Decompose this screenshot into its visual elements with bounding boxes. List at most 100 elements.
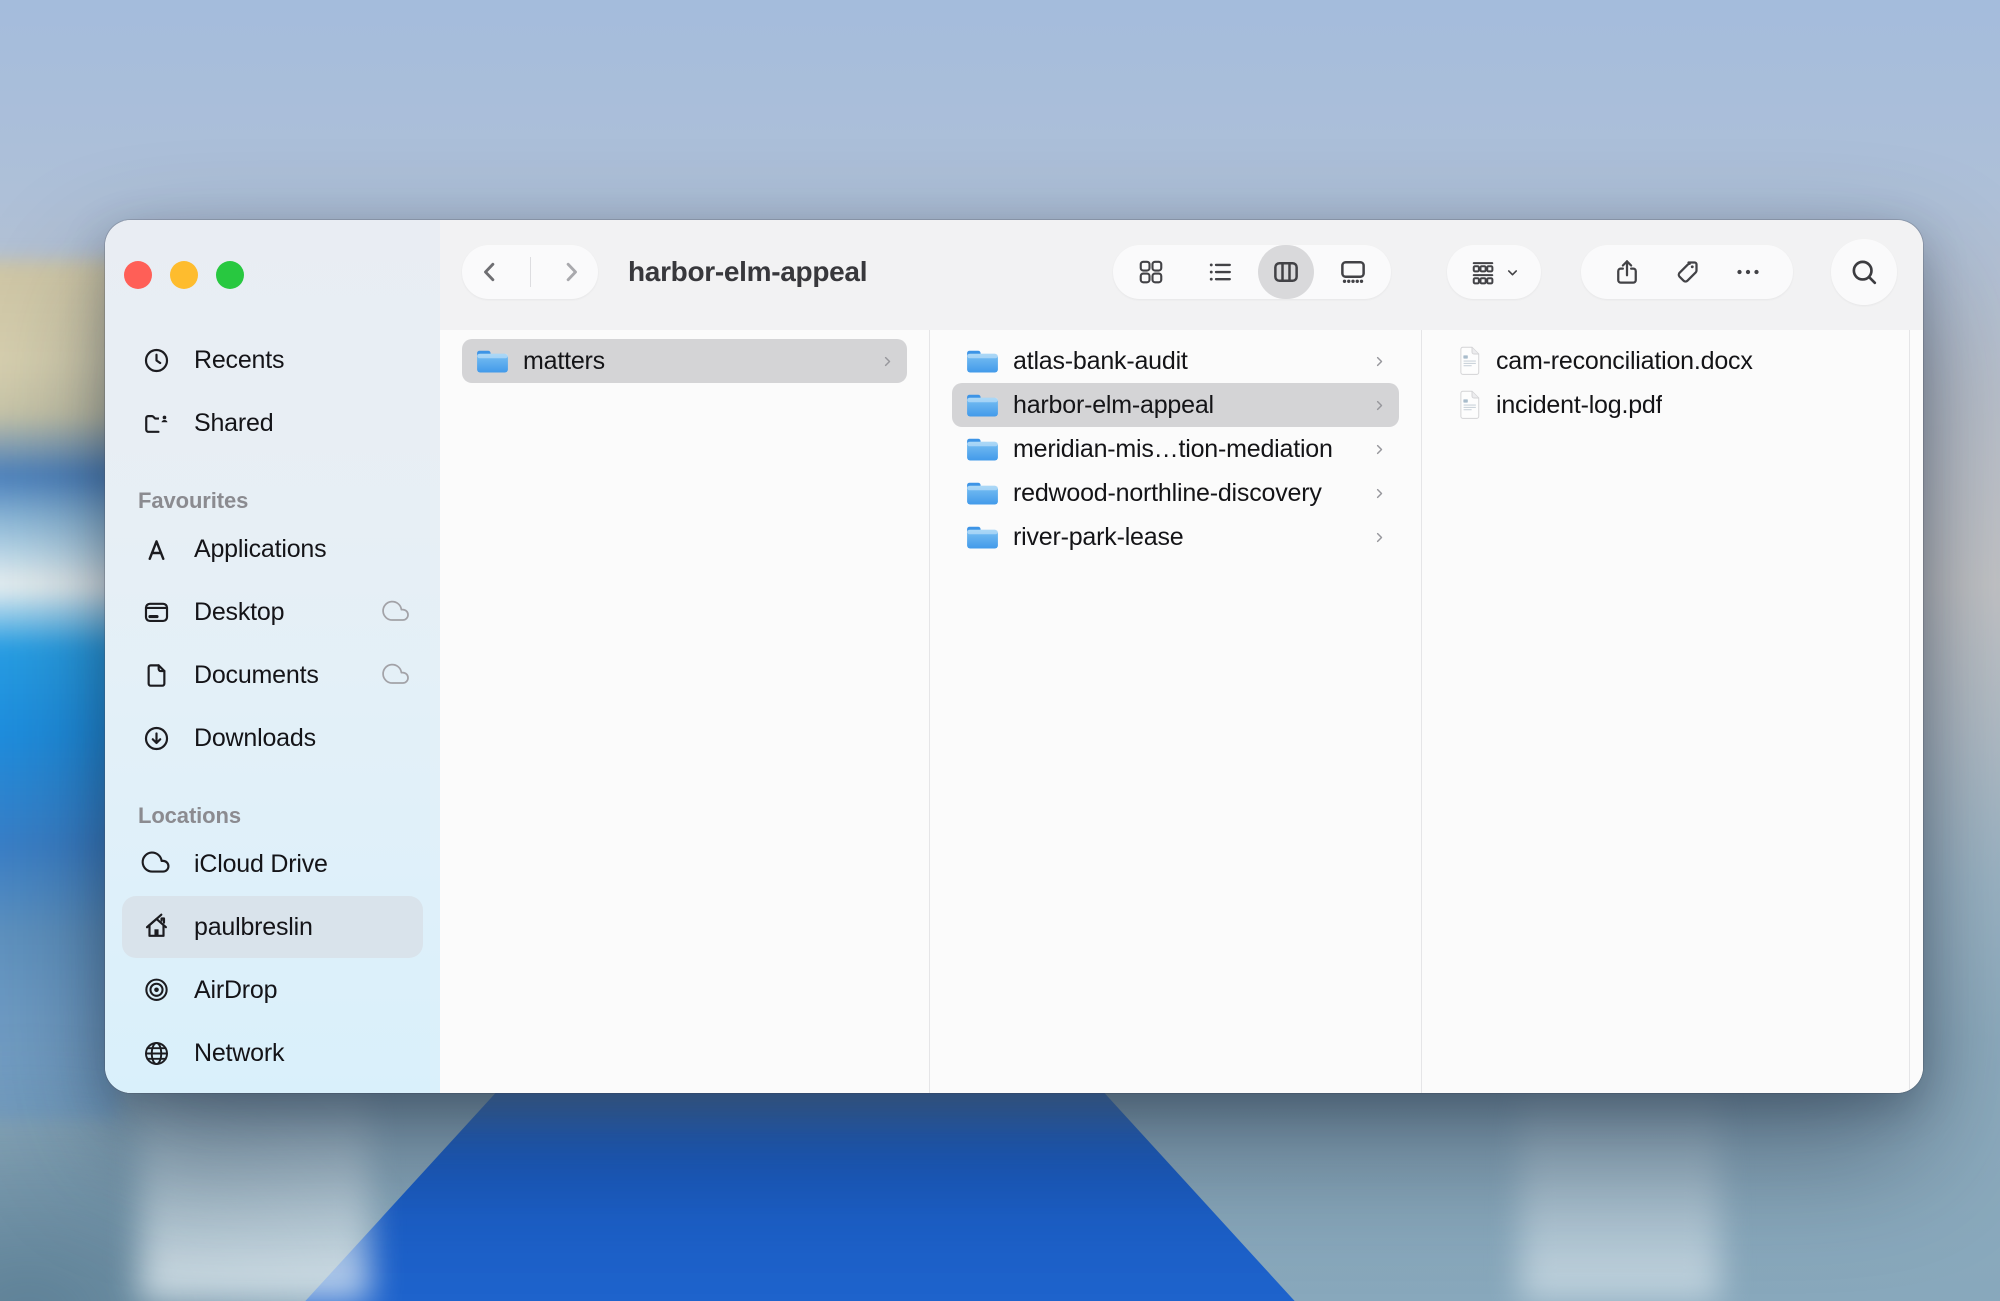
tag-button[interactable] <box>1672 257 1702 287</box>
sidebar-item-desktop[interactable]: Desktop <box>122 581 423 643</box>
wallpaper-light-shaft-right <box>1520 1061 1720 1301</box>
tag-icon <box>1672 257 1702 287</box>
globe-icon <box>138 1039 174 1068</box>
wallpaper-stripes <box>0 260 120 1120</box>
toolbar: harbor-elm-appeal <box>440 220 1923 330</box>
column-pane-rest <box>1910 330 1923 1093</box>
file-row-cam-reconciliation[interactable]: cam-reconciliation.docx <box>1444 339 1887 383</box>
group-by-button[interactable] <box>1447 245 1541 299</box>
more-icon <box>1733 257 1763 287</box>
item-name: meridian-mis…tion-mediation <box>1013 435 1333 464</box>
file-icon <box>1458 346 1482 376</box>
sidebar-item-icloud-drive[interactable]: iCloud Drive <box>122 833 423 895</box>
gallery-view-icon <box>1338 257 1368 287</box>
item-name: redwood-northline-discovery <box>1013 479 1322 508</box>
file-icon <box>1458 390 1482 420</box>
column-pane-2: atlas-bank-audit harbor-elm-appeal merid… <box>930 330 1422 1093</box>
window-controls <box>105 261 440 289</box>
cloud-icon <box>138 849 174 879</box>
sidebar-section-locations: Locations <box>122 803 423 829</box>
sidebar-item-label: Documents <box>194 661 319 690</box>
minimize-window-button[interactable] <box>170 261 198 289</box>
grid-view-button[interactable] <box>1121 245 1181 299</box>
sidebar: Recents Shared Favourites <box>105 220 440 1093</box>
sidebar-item-documents[interactable]: Documents <box>122 644 423 706</box>
gallery-view-button[interactable] <box>1323 245 1383 299</box>
clock-icon <box>138 346 174 375</box>
chevron-right-icon <box>556 257 586 287</box>
sidebar-item-airdrop[interactable]: AirDrop <box>122 959 423 1021</box>
folder-row-harbor-elm-appeal[interactable]: harbor-elm-appeal <box>952 383 1399 427</box>
folder-row-redwood-northline-discovery[interactable]: redwood-northline-discovery <box>952 471 1399 515</box>
list-view-button[interactable] <box>1190 245 1250 299</box>
folder-row-atlas-bank-audit[interactable]: atlas-bank-audit <box>952 339 1399 383</box>
grid-view-icon <box>1136 257 1166 287</box>
more-button[interactable] <box>1733 257 1763 287</box>
search-icon <box>1848 256 1880 288</box>
wallpaper-dark-corner <box>0 1061 420 1301</box>
sidebar-item-downloads[interactable]: Downloads <box>122 707 423 769</box>
chevron-right-icon <box>1372 354 1387 369</box>
item-name: river-park-lease <box>1013 523 1183 552</box>
sidebar-item-recents[interactable]: Recents <box>122 329 423 391</box>
close-window-button[interactable] <box>124 261 152 289</box>
column-view-button[interactable] <box>1258 245 1314 299</box>
share-button[interactable] <box>1612 257 1642 287</box>
folder-icon <box>966 524 999 550</box>
share-icon <box>1612 257 1642 287</box>
item-name: atlas-bank-audit <box>1013 347 1188 376</box>
sidebar-item-network[interactable]: Network <box>122 1022 423 1084</box>
zoom-window-button[interactable] <box>216 261 244 289</box>
sidebar-item-label: Recents <box>194 346 284 375</box>
column-pane-3: cam-reconciliation.docx incident-log.pdf <box>1422 330 1910 1093</box>
folder-row-meridian-mediation[interactable]: meridian-mis…tion-mediation <box>952 427 1399 471</box>
folder-icon <box>966 348 999 374</box>
home-icon <box>138 913 174 942</box>
finder-window: Recents Shared Favourites <box>105 220 1923 1093</box>
window-title: harbor-elm-appeal <box>628 256 867 288</box>
sidebar-item-label: iCloud Drive <box>194 850 328 879</box>
sidebar-item-label: Downloads <box>194 724 316 753</box>
chevron-right-icon <box>1372 442 1387 457</box>
item-name: cam-reconciliation.docx <box>1496 347 1753 376</box>
desktop-icon <box>138 598 174 627</box>
actions-group <box>1581 245 1793 299</box>
sidebar-item-label: Shared <box>194 409 273 438</box>
file-row-incident-log[interactable]: incident-log.pdf <box>1444 383 1887 427</box>
sidebar-item-label: AirDrop <box>194 976 277 1005</box>
cloud-badge-icon <box>381 597 411 627</box>
cloud-badge-icon <box>381 660 411 690</box>
chevron-right-icon <box>1372 398 1387 413</box>
chevron-right-icon <box>1372 530 1387 545</box>
back-button[interactable] <box>475 257 505 287</box>
sidebar-item-shared[interactable]: Shared <box>122 392 423 454</box>
item-name: harbor-elm-appeal <box>1013 391 1214 420</box>
column-view-icon <box>1271 257 1301 287</box>
sidebar-item-label: paulbreslin <box>194 913 313 942</box>
sidebar-item-applications[interactable]: Applications <box>122 518 423 580</box>
chevron-left-icon <box>475 257 505 287</box>
sidebar-item-label: Desktop <box>194 598 284 627</box>
item-name: matters <box>523 347 605 376</box>
chevron-down-icon <box>1505 265 1520 280</box>
view-switcher <box>1113 245 1391 299</box>
folder-row-river-park-lease[interactable]: river-park-lease <box>952 515 1399 559</box>
folder-icon <box>966 480 999 506</box>
desktop-wallpaper: Recents Shared Favourites <box>0 0 2000 1301</box>
sidebar-item-paulbreslin[interactable]: paulbreslin <box>122 896 423 958</box>
column-pane-1: matters <box>440 330 930 1093</box>
main-pane: harbor-elm-appeal <box>440 220 1923 1093</box>
folder-row-matters[interactable]: matters <box>462 339 907 383</box>
shared-folder-icon <box>138 409 174 438</box>
folder-icon <box>476 348 509 374</box>
wallpaper-light-shaft-left <box>140 1061 370 1301</box>
document-icon <box>138 661 174 690</box>
chevron-right-icon <box>1372 486 1387 501</box>
forward-button[interactable] <box>556 257 586 287</box>
sidebar-list: Recents Shared Favourites <box>105 289 440 1084</box>
search-button[interactable] <box>1831 239 1897 305</box>
sidebar-section-favourites: Favourites <box>122 488 423 514</box>
folder-icon <box>966 392 999 418</box>
sidebar-item-label: Applications <box>194 535 326 564</box>
divider <box>530 257 531 287</box>
